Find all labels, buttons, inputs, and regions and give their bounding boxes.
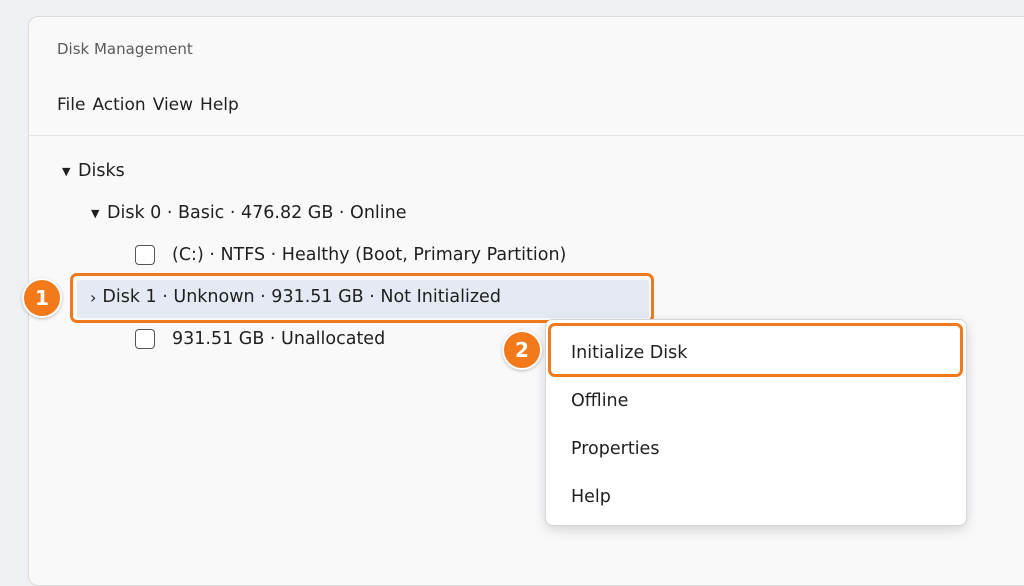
tree-node-label: Disks <box>78 161 125 181</box>
expand-triangle-icon[interactable]: ▼ <box>91 207 107 220</box>
menu-action[interactable]: Action <box>92 95 145 115</box>
header-divider <box>29 135 1024 136</box>
tree-node-disk0[interactable]: ▼ Disk 0 · Basic · 476.82 GB · Online <box>91 203 407 223</box>
tree-node-disk1-partition[interactable]: 931.51 GB · Unallocated <box>135 329 385 349</box>
step1-badge: 1 <box>22 278 62 318</box>
menu-view[interactable]: View <box>153 95 193 115</box>
menu-item-properties[interactable]: Properties <box>571 439 659 459</box>
menu-file[interactable]: File <box>57 95 85 115</box>
partition-checkbox[interactable] <box>135 245 155 265</box>
window-title: Disk Management <box>57 40 193 58</box>
tree-node-disk0-partition[interactable]: (C:) · NTFS · Healthy (Boot, Primary Par… <box>135 245 566 265</box>
menu-help[interactable]: Help <box>200 95 239 115</box>
menu-item-offline[interactable]: Offline <box>571 391 628 411</box>
expand-triangle-icon[interactable]: ▼ <box>62 165 78 178</box>
tree-node-label: 931.51 GB · Unallocated <box>172 329 386 349</box>
step2-highlight <box>548 323 963 377</box>
partition-checkbox[interactable] <box>135 329 155 349</box>
tree-node-label: (C:) · NTFS · Healthy (Boot, Primary Par… <box>172 245 567 265</box>
step2-badge: 2 <box>502 330 542 370</box>
menu-bar: File Action View Help <box>57 95 239 115</box>
menu-item-help[interactable]: Help <box>571 487 611 507</box>
tree-node-disks[interactable]: ▼ Disks <box>62 161 125 181</box>
tree-node-label: Disk 0 · Basic · 476.82 GB · Online <box>107 203 407 223</box>
step1-highlight <box>70 273 654 323</box>
